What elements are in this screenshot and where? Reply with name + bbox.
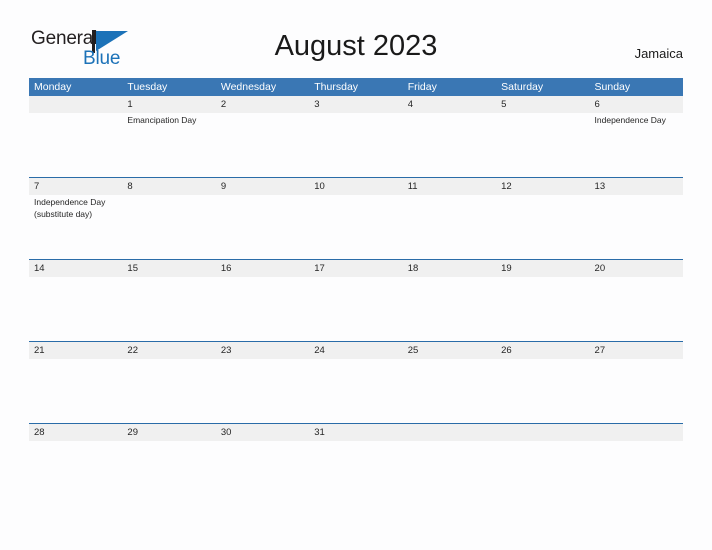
day-number: 30 bbox=[220, 427, 232, 438]
week-cells: 14 15 16 17 18 19 20 bbox=[29, 260, 683, 341]
day-cell-9[interactable]: 9 bbox=[216, 178, 309, 259]
day-number: 28 bbox=[34, 427, 45, 438]
day-events: Emancipation Day bbox=[127, 113, 215, 127]
holiday-event: Independence Day bbox=[594, 115, 666, 125]
holiday-event: Independence Day bbox=[34, 197, 106, 207]
weekday-header-sunday: Sunday bbox=[594, 81, 631, 93]
day-cell-12[interactable]: 12 bbox=[496, 178, 589, 259]
weekday-header-friday: Friday bbox=[407, 81, 437, 93]
day-cell-2[interactable]: 2 bbox=[216, 96, 309, 177]
day-number: 13 bbox=[594, 181, 606, 192]
day-cell-empty bbox=[29, 96, 122, 177]
weekday-header-wednesday: Wednesday bbox=[220, 81, 277, 93]
day-cell-1[interactable]: 1 Emancipation Day bbox=[122, 96, 215, 177]
day-cell-28[interactable]: 28 bbox=[29, 424, 122, 505]
day-number: 16 bbox=[220, 263, 232, 274]
day-number: 5 bbox=[501, 99, 507, 110]
day-cell-6[interactable]: 6 Independence Day bbox=[590, 96, 683, 177]
day-cell-3[interactable]: 3 bbox=[309, 96, 402, 177]
week-row: 7 Independence Day (substitute day) 8 9 10 11 1… bbox=[29, 177, 683, 259]
week-cells: 21 22 23 24 25 26 27 bbox=[29, 342, 683, 423]
day-number: 19 bbox=[501, 263, 512, 274]
calendar-weeks: 1 Emancipation Day 2 3 4 5 6 Independence Day 7 I… bbox=[29, 96, 683, 505]
day-cell-18[interactable]: 18 bbox=[403, 260, 496, 341]
day-number: 10 bbox=[314, 181, 325, 192]
day-number: 14 bbox=[34, 263, 45, 274]
day-cell-7[interactable]: 7 Independence Day (substitute day) bbox=[29, 178, 122, 259]
day-events: Independence Day (substitute day) bbox=[34, 195, 122, 220]
weekday-header-saturday: Saturday bbox=[501, 81, 544, 93]
week-row: 28 29 30 31 bbox=[29, 423, 683, 505]
day-cell-31[interactable]: 31 bbox=[309, 424, 402, 505]
day-cell-empty bbox=[590, 424, 683, 505]
day-cell-4[interactable]: 4 bbox=[403, 96, 496, 177]
page-title: August 2023 bbox=[274, 30, 438, 62]
calendar-grid: Monday Tuesday Wednesday Thursday Friday Satu… bbox=[29, 78, 683, 505]
country-label: Jamaica bbox=[634, 46, 683, 61]
day-cell-19[interactable]: 19 bbox=[496, 260, 589, 341]
day-number: 31 bbox=[314, 427, 325, 438]
day-cell-21[interactable]: 21 bbox=[29, 342, 122, 423]
week-cells: 1 Emancipation Day 2 3 4 5 6 Independence Day bbox=[29, 96, 683, 177]
day-number: 27 bbox=[594, 345, 606, 356]
day-number: 11 bbox=[407, 181, 418, 192]
weekday-header-monday: Monday bbox=[34, 81, 72, 93]
day-cell-8[interactable]: 8 bbox=[122, 178, 215, 259]
day-cell-11[interactable]: 11 bbox=[403, 178, 496, 259]
day-number: 7 bbox=[34, 181, 40, 192]
week-cells: 28 29 30 31 bbox=[29, 424, 683, 505]
day-cell-22[interactable]: 22 bbox=[122, 342, 215, 423]
week-row: 14 15 16 17 18 19 20 bbox=[29, 259, 683, 341]
day-cell-25[interactable]: 25 bbox=[403, 342, 496, 423]
day-cell-30[interactable]: 30 bbox=[216, 424, 309, 505]
weekday-header-thursday: Thursday bbox=[314, 81, 359, 93]
holiday-event: Emancipation Day bbox=[127, 115, 197, 125]
day-cell-15[interactable]: 15 bbox=[122, 260, 215, 341]
day-number: 9 bbox=[220, 181, 227, 192]
day-cell-empty bbox=[496, 424, 589, 505]
day-number: 26 bbox=[501, 345, 512, 356]
weekday-header-tuesday: Tuesday bbox=[127, 81, 168, 93]
day-number: 18 bbox=[407, 263, 419, 274]
day-number: 17 bbox=[314, 263, 325, 274]
day-cell-10[interactable]: 10 bbox=[309, 178, 402, 259]
day-number: 4 bbox=[407, 99, 413, 110]
day-number: 25 bbox=[407, 345, 419, 356]
page-header: General Blue August 2023 Jamaica bbox=[0, 0, 712, 78]
day-number: 12 bbox=[501, 181, 512, 192]
day-cell-29[interactable]: 29 bbox=[122, 424, 215, 505]
holiday-event: (substitute day) bbox=[34, 208, 93, 219]
day-cell-23[interactable]: 23 bbox=[216, 342, 309, 423]
day-cell-14[interactable]: 14 bbox=[29, 260, 122, 341]
week-cells: 7 Independence Day (substitute day) 8 9 10 11 1… bbox=[29, 178, 683, 259]
day-cell-5[interactable]: 5 bbox=[496, 96, 589, 177]
day-number: 29 bbox=[127, 427, 138, 438]
day-cell-17[interactable]: 17 bbox=[309, 260, 402, 341]
day-number: 20 bbox=[594, 263, 606, 274]
day-cell-24[interactable]: 24 bbox=[309, 342, 402, 423]
weekday-header-row: Monday Tuesday Wednesday Thursday Friday Satu… bbox=[29, 78, 683, 96]
day-cell-13[interactable]: 13 bbox=[590, 178, 683, 259]
day-cell-20[interactable]: 20 bbox=[590, 260, 683, 341]
day-cell-empty bbox=[403, 424, 496, 505]
day-events: Independence Day bbox=[595, 113, 683, 127]
day-cell-27[interactable]: 27 bbox=[590, 342, 683, 423]
week-row: 21 22 23 24 25 26 27 bbox=[29, 341, 683, 423]
day-number: 22 bbox=[127, 345, 138, 356]
day-number: 24 bbox=[314, 345, 325, 356]
day-number: 6 bbox=[594, 99, 600, 110]
day-cell-16[interactable]: 16 bbox=[216, 260, 309, 341]
week-row: 1 Emancipation Day 2 3 4 5 6 Independence Day bbox=[29, 96, 683, 177]
day-number: 8 bbox=[127, 181, 133, 192]
day-number: 15 bbox=[127, 263, 138, 274]
day-number: 23 bbox=[220, 345, 232, 356]
day-cell-26[interactable]: 26 bbox=[496, 342, 589, 423]
day-number: 2 bbox=[220, 99, 227, 110]
day-number: 1 bbox=[127, 99, 133, 110]
day-number: 3 bbox=[314, 99, 320, 110]
day-number: 21 bbox=[34, 345, 45, 356]
